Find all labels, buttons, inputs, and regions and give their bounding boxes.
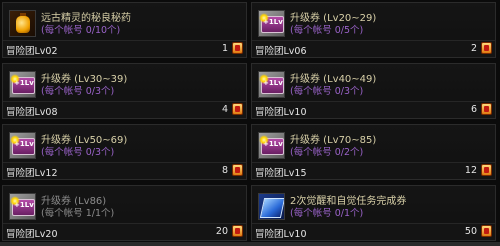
awakening-ticket-icon <box>258 193 285 220</box>
item-price: 20 <box>215 226 228 237</box>
item-price: 50 <box>464 226 477 237</box>
item-footer: 冒险团Lv20 20 <box>3 223 246 240</box>
coin-icon <box>232 225 243 237</box>
required-group-level: 冒险团Lv02 <box>6 46 58 57</box>
required-group-level: 冒险团Lv06 <box>255 46 307 57</box>
shop-item-card[interactable]: +1Lv 升级券 (Lv40~49) (每个帐号 0/3个) 冒险团Lv10 6 <box>251 63 496 119</box>
item-price: 6 <box>470 104 477 115</box>
coin-icon <box>232 42 243 54</box>
shop-item-card[interactable]: +1Lv 升级券 (Lv50~69) (每个帐号 0/3个) 冒险团Lv12 8 <box>2 124 247 180</box>
item-footer: 冒险团Lv10 6 <box>252 101 495 118</box>
item-price: 2 <box>470 43 477 54</box>
item-limit: (每个帐号 0/10个) <box>41 25 121 36</box>
item-price: 8 <box>221 165 228 176</box>
item-footer: 冒险团Lv08 4 <box>3 101 246 118</box>
coin-icon <box>232 164 243 176</box>
item-limit: (每个帐号 1/1个) <box>41 208 115 219</box>
item-footer: 冒险团Lv15 12 <box>252 162 495 179</box>
level-ticket-icon: +1Lv <box>9 71 36 98</box>
coin-icon <box>481 164 492 176</box>
shop-item-grid: 远古精灵的秘良秘药 (每个帐号 0/10个) 冒险团Lv02 1 +1Lv 升级… <box>0 0 500 246</box>
shop-item-card[interactable]: +1Lv 升级券 (Lv70~85) (每个帐号 0/2个) 冒险团Lv15 1… <box>251 124 496 180</box>
coin-icon <box>232 103 243 115</box>
item-limit: (每个帐号 0/3个) <box>290 86 364 97</box>
item-limit: (每个帐号 0/1个) <box>290 208 364 219</box>
required-group-level: 冒险团Lv10 <box>255 107 307 118</box>
item-limit: (每个帐号 0/3个) <box>41 147 115 158</box>
coin-icon <box>481 225 492 237</box>
coin-icon <box>481 42 492 54</box>
item-footer: 冒险团Lv12 8 <box>3 162 246 179</box>
required-group-level: 冒险团Lv10 <box>255 229 307 240</box>
item-footer: 冒险团Lv06 2 <box>252 40 495 57</box>
level-ticket-icon: +1Lv <box>258 71 285 98</box>
shop-item-card[interactable]: 远古精灵的秘良秘药 (每个帐号 0/10个) 冒险团Lv02 1 <box>2 2 247 58</box>
level-ticket-icon: +1Lv <box>258 10 285 37</box>
item-footer: 冒险团Lv02 1 <box>3 40 246 57</box>
item-limit: (每个帐号 0/2个) <box>290 147 364 158</box>
required-group-level: 冒险团Lv20 <box>6 229 58 240</box>
level-ticket-icon: +1Lv <box>258 132 285 159</box>
shop-item-card[interactable]: +1Lv 升级券 (Lv30~39) (每个帐号 0/3个) 冒险团Lv08 4 <box>2 63 247 119</box>
level-ticket-icon: +1Lv <box>9 132 36 159</box>
required-group-level: 冒险团Lv12 <box>6 168 58 179</box>
item-limit: (每个帐号 0/5个) <box>290 25 364 36</box>
item-price: 1 <box>221 43 228 54</box>
required-group-level: 冒险团Lv15 <box>255 168 307 179</box>
shop-item-card[interactable]: +1Lv 升级券 (Lv86) (每个帐号 1/1个) 冒险团Lv20 20 <box>2 185 247 241</box>
item-price: 4 <box>221 104 228 115</box>
item-footer: 冒险团Lv10 50 <box>252 223 495 240</box>
shop-item-card[interactable]: 2次觉醒和自觉任务完成券 (每个帐号 0/1个) 冒险团Lv10 50 <box>251 185 496 241</box>
level-ticket-icon: +1Lv <box>9 193 36 220</box>
item-price: 12 <box>464 165 477 176</box>
shop-item-card[interactable]: +1Lv 升级券 (Lv20~29) (每个帐号 0/5个) 冒险团Lv06 2 <box>251 2 496 58</box>
bottom-edge <box>0 242 500 246</box>
required-group-level: 冒险团Lv08 <box>6 107 58 118</box>
item-limit: (每个帐号 0/3个) <box>41 86 115 97</box>
coin-icon <box>481 103 492 115</box>
potion-icon <box>9 10 36 37</box>
